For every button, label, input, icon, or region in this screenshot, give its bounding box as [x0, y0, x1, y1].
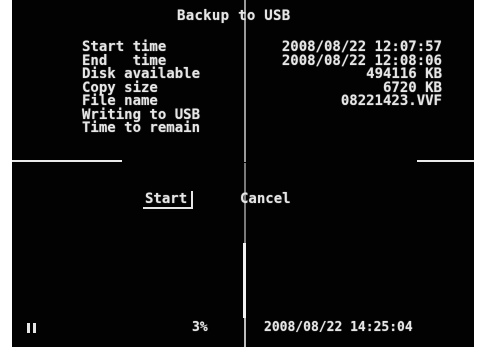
pause-icon [27, 323, 37, 333]
dvr-screen: Backup to USB Start time 2008/08/22 12:0… [12, 0, 474, 347]
info-label: Time to remain [82, 120, 201, 136]
cancel-button[interactable]: Cancel [240, 191, 291, 207]
progress-percent: 3% [192, 320, 208, 335]
info-row-time-to-remain: Time to remain [82, 120, 442, 136]
horizontal-divider-right [417, 160, 474, 162]
horizontal-divider-left [12, 160, 122, 162]
vertical-divider-bottom [243, 243, 246, 318]
vertical-divider-footer [244, 318, 246, 347]
backup-info-list: Start time 2008/08/22 12:07:57 End time … [82, 40, 442, 136]
current-datetime: 2008/08/22 14:25:04 [264, 320, 413, 335]
dialog-title: Backup to USB [177, 8, 291, 24]
start-button[interactable]: Start [143, 191, 194, 209]
info-value: 08221423.VVF [340, 93, 442, 109]
